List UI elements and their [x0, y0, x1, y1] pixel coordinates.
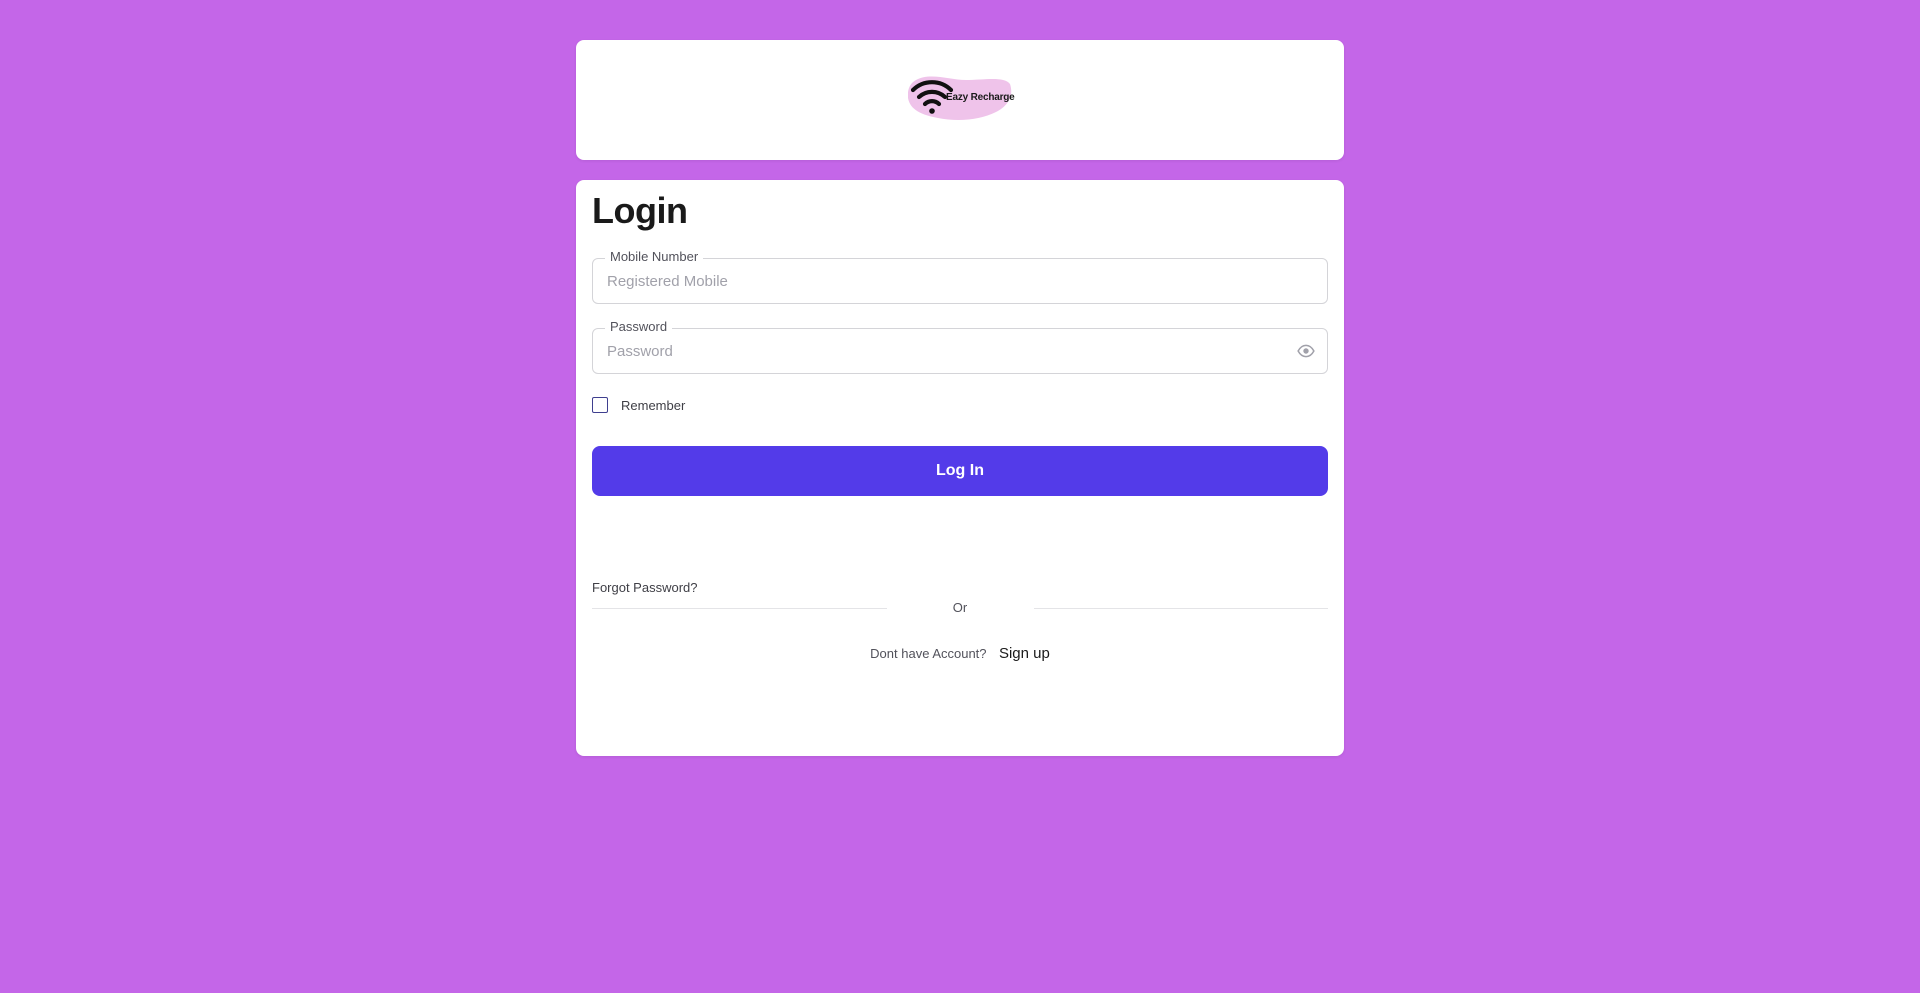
login-button[interactable]: Log In: [592, 446, 1328, 496]
header-card: Eazy Recharge: [576, 40, 1344, 160]
eye-icon[interactable]: [1297, 342, 1315, 360]
forgot-password-link[interactable]: Forgot Password?: [592, 580, 698, 595]
mobile-number-field: Mobile Number: [592, 249, 1328, 304]
mobile-number-input[interactable]: [607, 259, 1287, 303]
password-field: Password: [592, 319, 1328, 374]
signup-row: Dont have Account? Sign up: [576, 645, 1344, 663]
logo-text: Eazy Recharge: [946, 92, 1015, 103]
login-card: Login Mobile Number Password Remember Lo…: [576, 180, 1344, 756]
signup-prompt: Dont have Account?: [870, 646, 987, 661]
remember-row[interactable]: Remember: [592, 396, 685, 413]
divider-line-left: [592, 608, 887, 609]
page-title: Login: [592, 190, 688, 231]
remember-label: Remember: [621, 398, 686, 413]
signup-link[interactable]: Sign up: [999, 645, 1050, 662]
brand-logo[interactable]: Eazy Recharge: [908, 74, 1015, 124]
password-input[interactable]: [607, 329, 1287, 373]
remember-checkbox[interactable]: [592, 396, 608, 413]
divider-line-right: [1034, 608, 1328, 609]
divider-or: Or: [952, 600, 968, 615]
